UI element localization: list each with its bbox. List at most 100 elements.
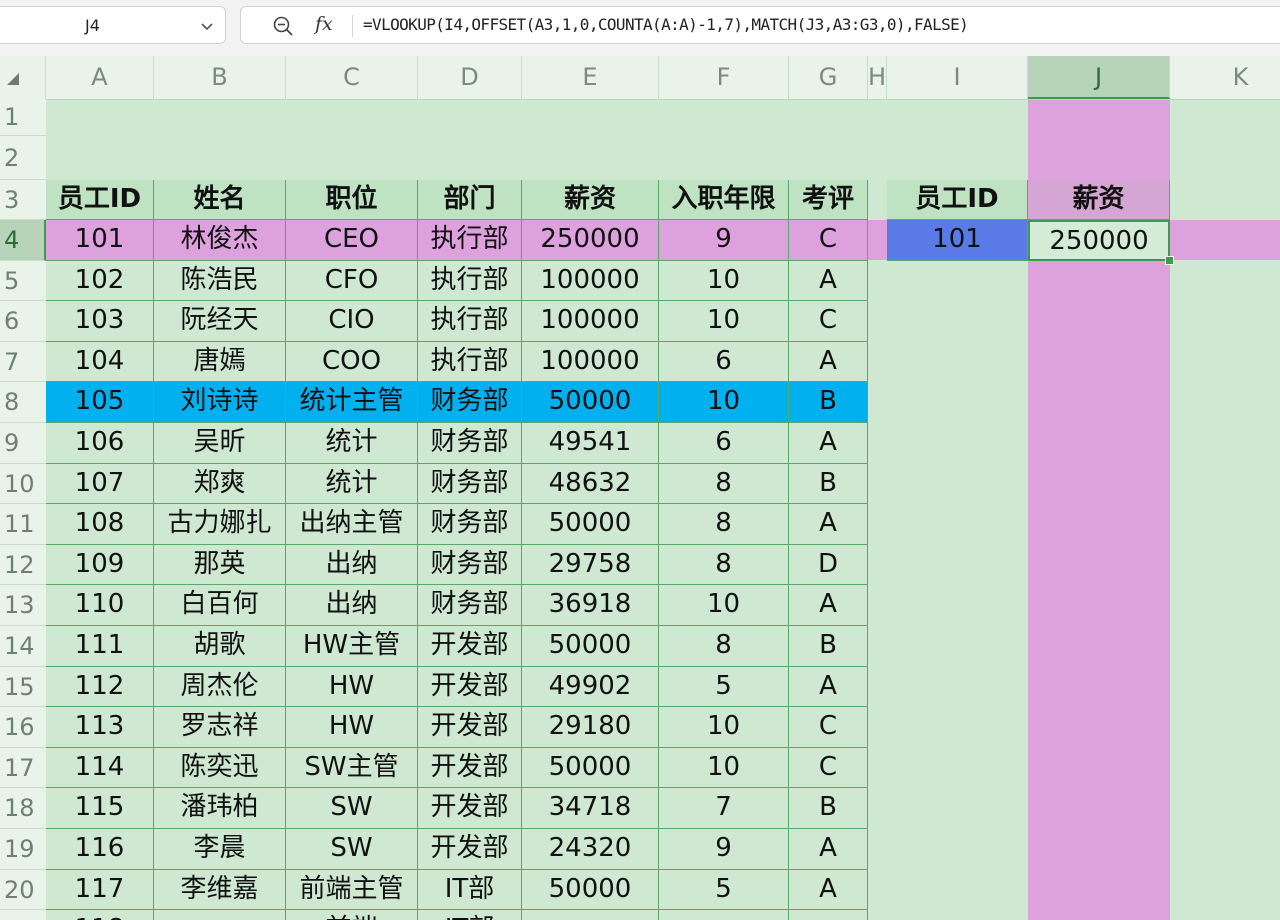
column-header-j[interactable]: J (1028, 56, 1170, 99)
table-cell[interactable]: 10 (659, 260, 789, 302)
table-cell[interactable]: C (789, 747, 868, 789)
table-cell[interactable]: 吴昕 (154, 423, 286, 464)
table-cell[interactable]: 10 (659, 382, 789, 423)
table-cell[interactable]: 10 (659, 301, 789, 342)
row-header-13[interactable]: 13 (0, 585, 46, 626)
fx-icon[interactable]: fx (315, 13, 333, 35)
table-cell[interactable]: 117 (46, 869, 154, 911)
table-cell[interactable]: 财务部 (418, 544, 522, 586)
table-cell[interactable]: 开发部 (418, 626, 522, 667)
row-header-18[interactable]: 18 (0, 788, 46, 829)
table-cell[interactable]: 9 (659, 829, 789, 870)
table-cell[interactable]: SW (286, 788, 418, 829)
table-cell[interactable]: A (789, 423, 868, 464)
table-cell[interactable]: 101 (46, 220, 154, 261)
table-cell[interactable]: 36918 (522, 585, 659, 626)
table-cell[interactable]: COO (286, 341, 418, 383)
fill-handle[interactable] (1165, 255, 1174, 265)
table-cell[interactable]: 102 (46, 260, 154, 302)
table-cell[interactable]: 李维嘉 (154, 869, 286, 911)
table-cell[interactable]: 100000 (522, 260, 659, 302)
table-cell[interactable]: 104 (46, 341, 154, 383)
table-cell[interactable]: A (789, 869, 868, 911)
table-cell[interactable]: 49541 (522, 423, 659, 464)
table-cell[interactable]: 6 (659, 423, 789, 464)
table-cell[interactable]: 108 (46, 504, 154, 545)
table-cell[interactable]: 前端 (286, 910, 418, 920)
table-cell[interactable]: B (789, 382, 868, 423)
table-cell[interactable]: 罗志祥 (154, 707, 286, 748)
row-header-2[interactable]: 2 (0, 136, 46, 180)
table-cell[interactable]: 统计 (286, 423, 418, 464)
table-cell[interactable]: 8 (659, 504, 789, 545)
table-cell[interactable]: 潘玮柏 (154, 788, 286, 829)
column-header-d[interactable]: D (418, 56, 522, 99)
table-cell[interactable]: 前端主管 (286, 869, 418, 911)
table-cell[interactable]: 10 (659, 585, 789, 626)
table-cell[interactable]: 刘诗诗 (154, 382, 286, 423)
table-cell[interactable]: 开发部 (418, 788, 522, 829)
row-header-21[interactable]: 21 (0, 910, 46, 920)
column-header-i[interactable]: I (887, 56, 1028, 99)
table-cell[interactable]: A (789, 504, 868, 545)
table-cell[interactable]: B (789, 788, 868, 829)
table-header-cell[interactable]: 姓名 (154, 180, 286, 220)
table-cell[interactable]: 50000 (522, 869, 659, 911)
row-header-3[interactable]: 3 (0, 180, 46, 220)
table-cell[interactable]: 10 (659, 707, 789, 748)
table-cell[interactable]: 开发部 (418, 707, 522, 748)
table-cell[interactable]: 110 (46, 585, 154, 626)
table-cell[interactable]: 107 (46, 463, 154, 505)
table-cell[interactable]: C (789, 220, 868, 261)
zoom-icon[interactable] (272, 15, 294, 37)
table-cell[interactable]: 105 (46, 382, 154, 423)
table-cell[interactable]: 50000 (522, 382, 659, 423)
row-header-6[interactable]: 6 (0, 301, 46, 342)
table-cell[interactable]: CEO (286, 220, 418, 261)
table-cell[interactable]: 29758 (522, 544, 659, 586)
table-cell[interactable]: 财务部 (418, 585, 522, 626)
table-cell[interactable]: IT部 (418, 910, 522, 920)
table-cell[interactable]: C (789, 301, 868, 342)
table-cell[interactable]: 29180 (522, 707, 659, 748)
row-header-8[interactable]: 8 (0, 382, 46, 423)
row-header-17[interactable]: 17 (0, 748, 46, 789)
table-cell[interactable]: 5 (659, 869, 789, 911)
table-cell[interactable]: 执行部 (418, 301, 522, 342)
table-cell[interactable]: 唐嫣 (154, 341, 286, 383)
table-cell[interactable]: 执行部 (418, 341, 522, 383)
table-cell[interactable]: B (789, 626, 868, 667)
table-cell[interactable]: 出纳 (286, 585, 418, 626)
table-cell[interactable]: 财务部 (418, 463, 522, 505)
table-cell[interactable] (522, 910, 659, 920)
column-header-f[interactable]: F (659, 56, 789, 99)
table-cell[interactable]: 50000 (522, 626, 659, 667)
row-header-7[interactable]: 7 (0, 342, 46, 383)
table-cell[interactable]: 开发部 (418, 747, 522, 789)
table-cell[interactable]: 116 (46, 829, 154, 870)
table-cell[interactable]: 统计主管 (286, 382, 418, 423)
table-header-cell[interactable]: 部门 (418, 180, 522, 220)
row-header-4[interactable]: 4 (0, 220, 46, 261)
table-cell[interactable]: 统计 (286, 463, 418, 505)
table-cell[interactable]: 24320 (522, 829, 659, 870)
row-header-16[interactable]: 16 (0, 707, 46, 748)
table-cell[interactable]: 李晨 (154, 829, 286, 870)
table-header-cell[interactable]: 职位 (286, 180, 418, 220)
row-header-14[interactable]: 14 (0, 626, 46, 667)
table-cell[interactable]: 财务部 (418, 382, 522, 423)
table-cell[interactable]: 250000 (522, 220, 659, 261)
table-cell[interactable] (789, 910, 868, 920)
lookup-result-cell[interactable]: 250000 (1028, 220, 1170, 261)
table-cell[interactable]: 113 (46, 707, 154, 748)
table-cell[interactable]: 陈浩民 (154, 260, 286, 302)
table-cell[interactable]: SW (286, 829, 418, 870)
table-cell[interactable]: 胡歌 (154, 626, 286, 667)
row-header-12[interactable]: 12 (0, 545, 46, 586)
formula-text[interactable]: =VLOOKUP(I4,OFFSET(A3,1,0,COUNTA(A:A)-1,… (363, 15, 969, 34)
table-cell[interactable]: 财务部 (418, 423, 522, 464)
table-cell[interactable]: A (789, 585, 868, 626)
table-cell[interactable]: IT部 (418, 869, 522, 911)
column-header-h[interactable]: H (868, 56, 887, 99)
table-cell[interactable]: 陈奕迅 (154, 747, 286, 789)
